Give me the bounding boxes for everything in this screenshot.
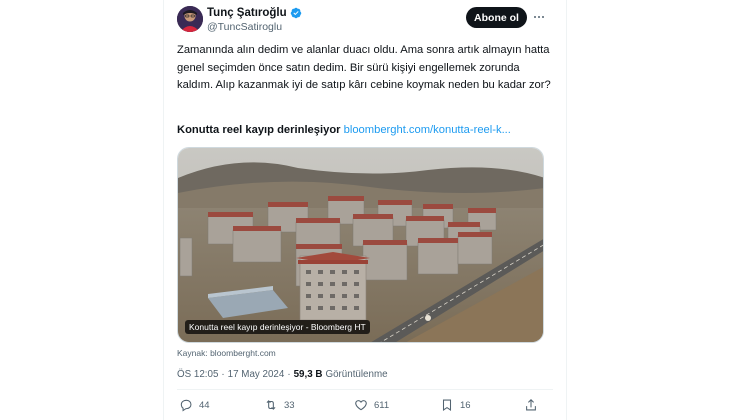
view-count: 59,3 B: [293, 369, 323, 380]
avatar[interactable]: [177, 6, 203, 32]
bookmark-count: 16: [460, 399, 471, 411]
card-caption: Konutta reel kayıp derinleşiyor - Bloomb…: [185, 320, 370, 334]
tweet-text: Zamanında alın dedim ve alanlar duacı ol…: [177, 44, 551, 91]
share-button[interactable]: [524, 398, 538, 412]
tweet-meta: ÖS 12:05 · 17 May 2024 · 59,3 B Görüntül…: [177, 369, 388, 380]
tweet-link-line: Konutta reel kayıp derinleşiyor bloomber…: [177, 122, 557, 139]
action-bar: 44 33 611 16: [177, 398, 547, 418]
retweet-count: 33: [284, 399, 295, 411]
author-name-row: Tunç Şatıroğlu: [207, 7, 302, 19]
tweet-time[interactable]: ÖS 12:05: [177, 369, 218, 380]
meta-separator: ·: [287, 369, 291, 380]
author-name[interactable]: Tunç Şatıroğlu: [207, 7, 287, 19]
tweet-card: Tunç Şatıroğlu @TuncSatiroglu Abone ol Z…: [163, 0, 567, 420]
meta-separator: ·: [221, 369, 225, 380]
reply-icon: [180, 399, 192, 412]
reply-count: 44: [199, 399, 210, 411]
tweet-date[interactable]: 17 May 2024: [228, 369, 285, 380]
retweet-button[interactable]: 33: [264, 398, 295, 412]
retweet-icon: [266, 400, 276, 410]
link-url[interactable]: bloomberght.com/konutta-reel-k...: [344, 124, 511, 136]
follow-button[interactable]: Abone ol: [466, 7, 527, 28]
card-source[interactable]: Kaynak: bloomberght.com: [177, 348, 276, 358]
share-icon: [526, 399, 536, 411]
author-info: Tunç Şatıroğlu @TuncSatiroglu: [207, 7, 302, 33]
like-count: 611: [374, 399, 390, 411]
verified-badge-icon: [290, 7, 301, 19]
bookmark-icon: [442, 399, 452, 411]
more-options-icon[interactable]: [531, 9, 547, 25]
author-handle[interactable]: @TuncSatiroglu: [207, 21, 302, 33]
like-button[interactable]: 611: [354, 398, 389, 412]
divider: [177, 389, 553, 390]
link-preview-card[interactable]: Konutta reel kayıp derinleşiyor - Bloomb…: [177, 147, 544, 343]
reply-button[interactable]: 44: [179, 398, 210, 412]
view-count-label: Görüntülenme: [325, 369, 388, 380]
bookmark-button[interactable]: 16: [440, 398, 471, 412]
heart-icon: [355, 400, 367, 411]
link-title: Konutta reel kayıp derinleşiyor: [177, 124, 341, 136]
avatar-image: [177, 6, 203, 32]
card-image: [178, 148, 543, 342]
